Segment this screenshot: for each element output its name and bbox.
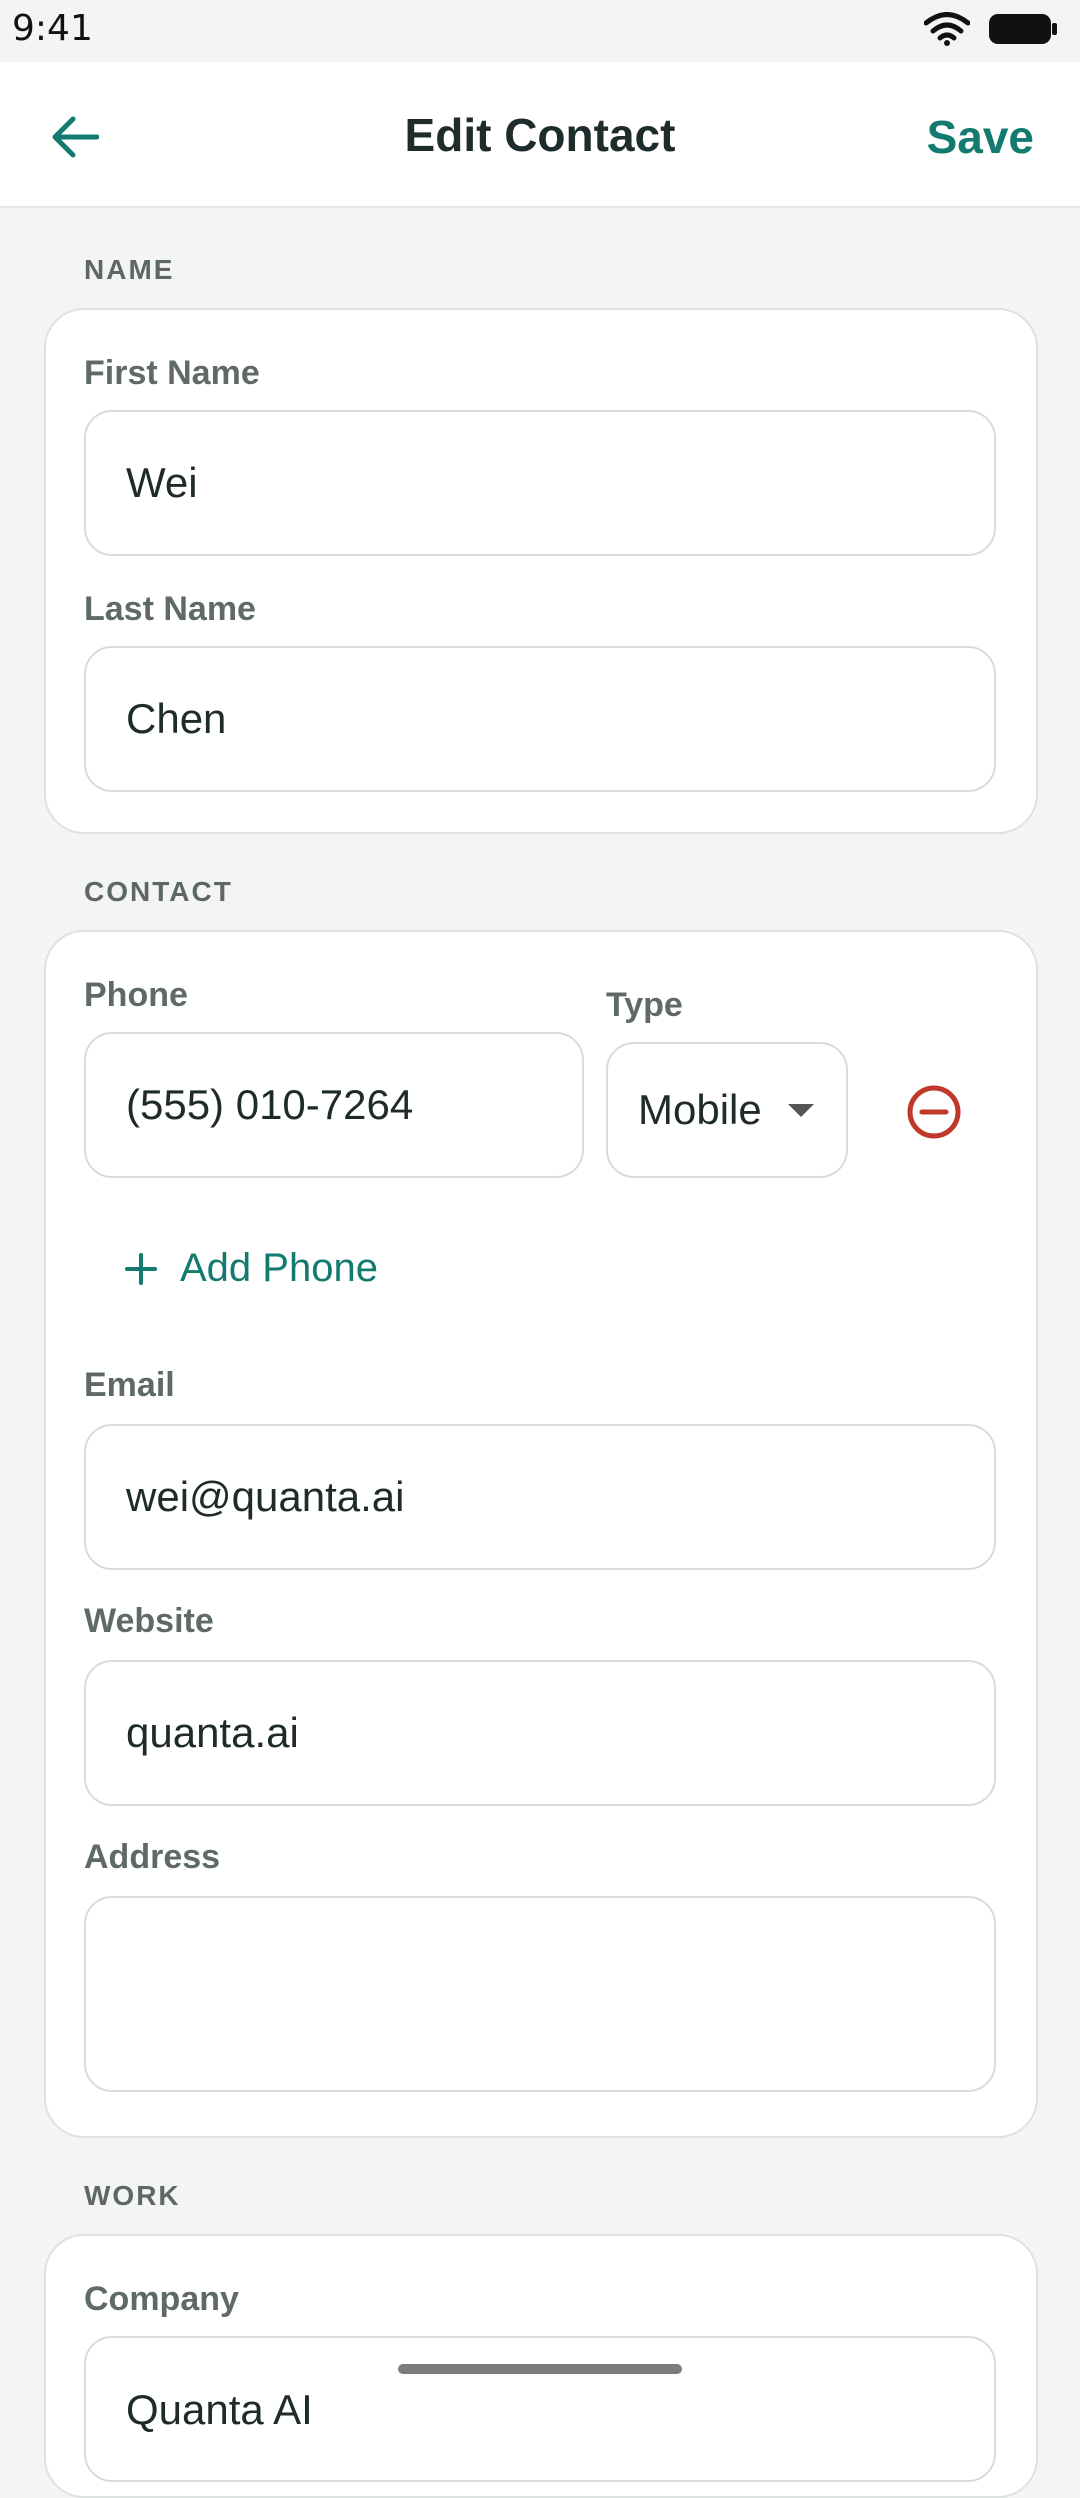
add-phone-label: Add Phone (180, 1246, 378, 1290)
chevron-down-icon (788, 1104, 814, 1117)
phone-type-value: Mobile (638, 1086, 762, 1133)
last-name-label: Last Name (84, 590, 256, 628)
phone-label: Phone (84, 976, 188, 1014)
website-label: Website (84, 1602, 214, 1640)
wifi-icon (924, 12, 970, 46)
first-name-field[interactable]: Wei (84, 410, 996, 556)
battery-icon (989, 14, 1057, 44)
status-time: 9:41 (12, 8, 93, 49)
email-field[interactable]: wei@quanta.ai (84, 1424, 996, 1570)
plus-icon (125, 1252, 157, 1285)
app-bar: Edit Contact Save (0, 62, 1080, 208)
remove-phone-button[interactable] (902, 1080, 966, 1144)
website-field[interactable]: quanta.ai (84, 1660, 996, 1806)
remove-circle-icon (907, 1085, 961, 1139)
status-bar: 9:41 (0, 0, 1080, 62)
add-phone-button[interactable]: Add Phone (124, 1246, 378, 1291)
status-icons (924, 12, 1058, 46)
section-label-work: WORK (84, 2180, 181, 2211)
last-name-field[interactable]: Chen (84, 646, 996, 792)
company-label: Company (84, 2280, 239, 2318)
type-label: Type (606, 986, 683, 1024)
name-card: First Name Wei Last Name Chen (44, 308, 1038, 834)
contact-card: Phone (555) 010-7264 Type Mobile Add Pho… (44, 930, 1038, 2138)
address-label: Address (84, 1838, 221, 1876)
address-field[interactable] (84, 1896, 996, 2092)
section-label-name: NAME (84, 254, 175, 285)
company-field[interactable]: Quanta AI (84, 2336, 996, 2482)
section-label-contact: CONTACT (84, 876, 233, 907)
email-label: Email (84, 1366, 175, 1404)
save-button[interactable]: Save (927, 110, 1034, 164)
phone-field[interactable]: (555) 010-7264 (84, 1032, 584, 1178)
page-title: Edit Contact (404, 109, 676, 161)
phone-type-select[interactable]: Mobile (606, 1042, 848, 1178)
first-name-label: First Name (84, 354, 260, 392)
home-indicator[interactable] (398, 2364, 682, 2374)
